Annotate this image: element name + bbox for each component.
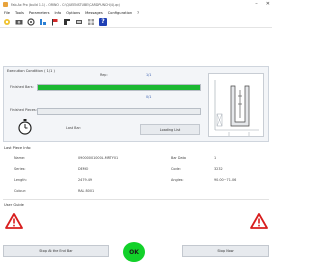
stopwatch-icon bbox=[18, 119, 32, 136]
flag-icon[interactable] bbox=[51, 18, 59, 26]
app-icon bbox=[3, 2, 8, 7]
database-icon[interactable] bbox=[75, 18, 83, 26]
user-guide-title: User Guide bbox=[4, 203, 24, 207]
menu-file[interactable]: File bbox=[4, 11, 10, 15]
execution-title: Execution Condition ( 1/1 ) bbox=[7, 69, 55, 73]
help-icon[interactable]: ? bbox=[99, 17, 107, 26]
finished-bars-count: 0/1 bbox=[146, 95, 152, 99]
menu-tools[interactable]: Tools bbox=[15, 11, 24, 15]
warning-icon-right bbox=[250, 213, 268, 230]
title-bar: Fab-Ax Pro (build 1.1) - ORINO - C:\QUEE… bbox=[0, 0, 272, 9]
angles-label: Angles: bbox=[171, 178, 184, 182]
settings-wheel-icon[interactable] bbox=[3, 18, 11, 26]
help-icon-label: ? bbox=[101, 18, 105, 25]
profile-icon[interactable] bbox=[63, 18, 71, 26]
rep-label: Rep: bbox=[100, 73, 108, 77]
menu-bar: File Tools Parameters Info Options Messa… bbox=[0, 9, 272, 16]
execution-panel: Execution Condition ( 1/1 ) Rep: 1/1 Fin… bbox=[3, 66, 269, 142]
chart-icon[interactable] bbox=[39, 18, 47, 26]
menu-info[interactable]: Info bbox=[54, 11, 61, 15]
angles-value: 90.00~71.06 bbox=[214, 178, 237, 182]
warning-icon-left bbox=[5, 213, 23, 230]
finished-bars-progress bbox=[37, 84, 201, 91]
name-value: 09000001000L.MRTY01 bbox=[78, 156, 119, 160]
gear-icon[interactable] bbox=[27, 17, 35, 26]
toolbar: ? bbox=[0, 16, 272, 28]
rep-value: 1/1 bbox=[146, 73, 152, 77]
loading-list-button[interactable]: Loading List bbox=[140, 124, 200, 135]
code-value: 3232 bbox=[214, 167, 223, 171]
name-label: Name: bbox=[14, 156, 26, 160]
colour-label: Colour: bbox=[14, 189, 27, 193]
grid-icon[interactable] bbox=[87, 18, 95, 26]
ok-label: OK bbox=[129, 248, 139, 256]
stop-at-end-bar-label: Stop At the End Bar bbox=[39, 249, 73, 253]
length-label: Length: bbox=[14, 178, 27, 182]
close-button[interactable]: ✕ bbox=[266, 1, 270, 7]
colour-value: RAL 8001 bbox=[78, 189, 95, 193]
finished-bars-fill bbox=[38, 85, 200, 90]
bar-data-value: 1 bbox=[214, 156, 217, 160]
profile-drawing-svg bbox=[214, 80, 259, 136]
stop-at-end-bar-button[interactable]: Stop At the End Bar bbox=[3, 245, 109, 257]
finished-bars-label: Finished Bars: bbox=[10, 85, 34, 89]
menu-help[interactable]: ? bbox=[137, 11, 139, 15]
minimize-button[interactable]: – bbox=[255, 1, 258, 7]
menu-configuration[interactable]: Configuration bbox=[108, 11, 132, 15]
divider bbox=[3, 199, 269, 200]
menu-messages[interactable]: Messages bbox=[85, 11, 103, 15]
profile-drawing bbox=[208, 73, 264, 137]
stop-now-button[interactable]: Stop Now bbox=[182, 245, 269, 257]
camera-icon[interactable] bbox=[15, 18, 23, 26]
menu-parameters[interactable]: Parameters bbox=[29, 11, 50, 15]
code-label: Code: bbox=[171, 167, 181, 171]
last-bar-label: Last Bar: bbox=[66, 126, 82, 130]
loading-list-label: Loading List bbox=[159, 127, 181, 132]
last-piece-title: Last Piece Info: bbox=[4, 146, 32, 150]
series-value: DEMO bbox=[78, 167, 89, 171]
stop-now-label: Stop Now bbox=[217, 249, 234, 253]
finished-pieces-progress bbox=[37, 108, 201, 115]
ok-button[interactable]: OK bbox=[123, 242, 145, 262]
length-value: 2479.49 bbox=[78, 178, 93, 182]
menu-options[interactable]: Options bbox=[66, 11, 80, 15]
finished-pieces-label: Finished Pieces: bbox=[10, 108, 37, 112]
window-title: Fab-Ax Pro (build 1.1) - ORINO - C:\QUEE… bbox=[11, 2, 120, 7]
bar-data-label: Bar Data bbox=[171, 156, 186, 160]
window-controls: – ✕ bbox=[255, 1, 270, 7]
series-label: Series: bbox=[14, 167, 26, 171]
